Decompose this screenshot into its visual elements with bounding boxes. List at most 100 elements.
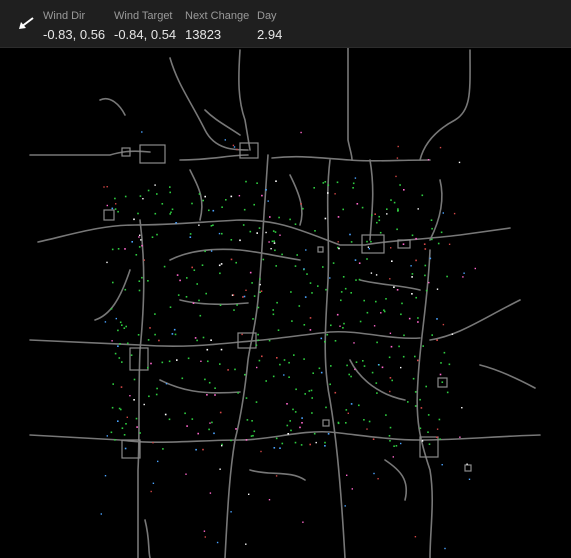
map-marker: [203, 530, 206, 532]
map-marker: [372, 438, 375, 440]
map-marker: [350, 292, 352, 294]
map-marker: [273, 240, 275, 242]
map-marker: [117, 345, 119, 347]
map-marker: [124, 288, 127, 291]
map-marker: [366, 240, 368, 243]
map-marker: [255, 344, 258, 346]
map-marker: [252, 318, 254, 320]
map-marker: [375, 300, 377, 303]
map-marker: [209, 422, 211, 424]
map-marker: [403, 334, 405, 337]
map-marker: [391, 379, 393, 382]
map-marker: [243, 295, 246, 298]
map-marker: [201, 264, 204, 266]
map-marker: [265, 380, 267, 382]
map-marker: [248, 493, 250, 495]
map-marker: [395, 175, 397, 178]
map-marker: [302, 207, 304, 210]
map-marker: [156, 387, 158, 390]
map-marker: [162, 448, 164, 450]
map-marker: [304, 393, 306, 395]
map-marker: [121, 361, 123, 363]
map-marker: [168, 418, 171, 421]
map-marker: [147, 280, 149, 282]
map-marker: [340, 291, 343, 293]
map-marker: [118, 357, 121, 359]
map-marker: [124, 248, 126, 250]
map-marker: [106, 186, 108, 188]
map-marker: [397, 208, 399, 210]
map-marker: [396, 157, 399, 159]
map-marker: [208, 428, 210, 431]
map-marker: [302, 521, 304, 523]
map-marker: [151, 236, 154, 238]
map-marker: [389, 278, 391, 280]
map-marker: [143, 259, 145, 261]
map-marker: [327, 433, 330, 435]
map-marker: [298, 305, 301, 307]
map-marker: [176, 274, 179, 276]
map-marker: [411, 293, 413, 295]
map-marker: [202, 448, 204, 451]
map-marker: [315, 441, 317, 444]
map-marker: [399, 184, 401, 186]
map-marker: [329, 383, 331, 386]
map-marker: [117, 329, 119, 332]
map-marker: [114, 197, 116, 200]
map-marker: [395, 445, 398, 447]
map-marker: [106, 204, 108, 207]
map-marker: [169, 191, 171, 194]
map-marker: [324, 217, 327, 220]
map-marker: [336, 181, 339, 184]
map-marker: [294, 223, 297, 225]
map-marker: [196, 283, 198, 285]
map-marker: [314, 230, 316, 232]
map-marker: [202, 199, 204, 202]
map-marker: [427, 159, 430, 161]
map-marker: [279, 234, 281, 236]
map-marker: [177, 294, 180, 296]
map-marker: [225, 199, 227, 201]
map-marker: [133, 399, 135, 401]
map-marker: [391, 260, 393, 262]
map-marker: [309, 282, 312, 284]
next-change-value: 13823: [185, 27, 222, 42]
map-marker: [303, 324, 306, 326]
map-marker: [436, 318, 438, 320]
map-marker: [181, 377, 184, 380]
map-marker: [161, 203, 164, 205]
map-marker: [330, 365, 332, 367]
map-marker: [124, 195, 127, 198]
map-marker: [210, 250, 213, 252]
map-marker: [439, 373, 442, 376]
map-marker: [141, 131, 143, 133]
map-marker: [417, 321, 419, 323]
map-marker: [147, 366, 149, 369]
map-marker: [444, 547, 446, 550]
map-marker: [377, 478, 379, 480]
map-marker: [379, 231, 382, 234]
map-marker: [428, 443, 431, 445]
map-marker: [303, 358, 305, 360]
map-marker: [120, 408, 122, 411]
map-marker: [342, 327, 344, 329]
map-marker: [197, 432, 199, 435]
map-marker: [169, 213, 171, 215]
map-marker: [185, 296, 188, 298]
map-marker: [236, 304, 238, 306]
map-marker: [348, 373, 350, 376]
map-marker: [376, 392, 378, 394]
map-marker: [373, 472, 375, 475]
map-marker: [137, 212, 139, 215]
map-marker: [436, 436, 438, 439]
map-marker: [421, 440, 424, 442]
map-marker: [340, 299, 342, 302]
map-marker: [324, 181, 327, 183]
map-marker: [330, 324, 332, 327]
map-marker: [138, 289, 141, 292]
map-marker: [288, 361, 290, 364]
world-map[interactable]: [0, 48, 571, 558]
map-marker: [338, 247, 340, 250]
map-marker: [458, 161, 461, 164]
map-marker: [119, 321, 122, 324]
